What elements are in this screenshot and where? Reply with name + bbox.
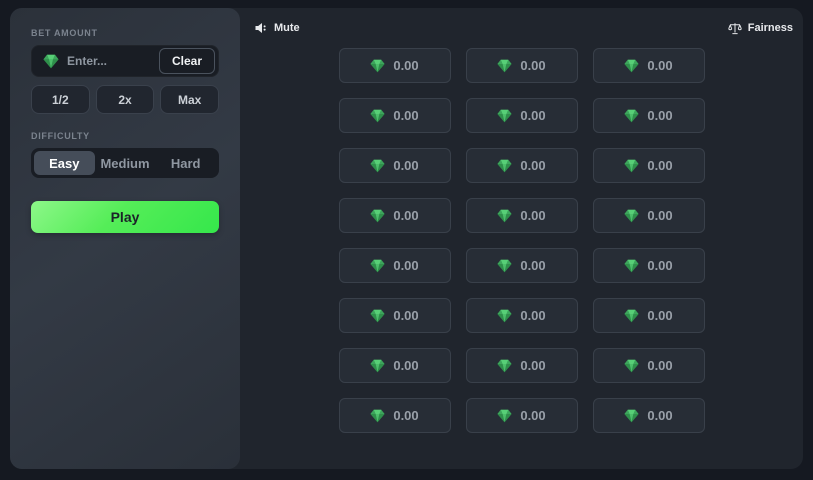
game-topbar: Mute Fairness <box>240 8 803 38</box>
gem-icon <box>624 209 639 223</box>
mute-label: Mute <box>274 22 300 34</box>
tile-button[interactable]: 0.00 <box>592 348 705 383</box>
tile-value: 0.00 <box>393 358 419 373</box>
gem-icon <box>497 209 512 223</box>
bet-amount-input[interactable] <box>67 54 159 68</box>
tile-button[interactable]: 0.00 <box>465 148 578 183</box>
tile-button[interactable]: 0.00 <box>338 198 451 233</box>
tile-value: 0.00 <box>393 108 419 123</box>
tile-button[interactable]: 0.00 <box>592 298 705 333</box>
tile-button[interactable]: 0.00 <box>338 98 451 133</box>
tiles-grid: 0.00 0.00 0.00 0.00 0.00 0.00 0.00 0.00 … <box>240 48 803 433</box>
gem-icon <box>370 159 385 173</box>
tile-button[interactable]: 0.00 <box>338 248 451 283</box>
gem-icon <box>370 209 385 223</box>
tile-value: 0.00 <box>647 408 673 423</box>
tile-button[interactable]: 0.00 <box>592 98 705 133</box>
tile-value: 0.00 <box>647 358 673 373</box>
tile-value: 0.00 <box>393 308 419 323</box>
play-button[interactable]: Play <box>31 201 219 233</box>
gem-icon <box>624 159 639 173</box>
tile-value: 0.00 <box>647 258 673 273</box>
gem-icon <box>370 59 385 73</box>
tile-value: 0.00 <box>520 408 546 423</box>
tile-button[interactable]: 0.00 <box>338 148 451 183</box>
tile-value: 0.00 <box>520 308 546 323</box>
speaker-icon <box>255 22 268 34</box>
difficulty-tab-easy[interactable]: Easy <box>34 151 95 175</box>
tile-button[interactable]: 0.00 <box>338 298 451 333</box>
fairness-label: Fairness <box>747 22 793 34</box>
gem-icon <box>624 409 639 423</box>
gem-icon <box>370 109 385 123</box>
double-bet-button[interactable]: 2x <box>95 85 155 114</box>
quick-bet-row: 1/2 2x Max <box>31 85 220 114</box>
difficulty-label: DIFFICULTY <box>31 131 90 141</box>
gem-icon <box>497 59 512 73</box>
clear-button[interactable]: Clear <box>158 48 215 74</box>
gem-icon <box>497 309 512 323</box>
difficulty-tab-hard[interactable]: Hard <box>155 151 216 175</box>
gem-icon <box>497 259 512 273</box>
bet-amount-box[interactable]: Clear <box>31 45 219 77</box>
gem-icon <box>497 109 512 123</box>
tile-button[interactable]: 0.00 <box>465 48 578 83</box>
gem-icon <box>497 359 512 373</box>
tile-button[interactable]: 0.00 <box>338 348 451 383</box>
tile-button[interactable]: 0.00 <box>592 398 705 433</box>
gem-icon <box>624 109 639 123</box>
tile-value: 0.00 <box>393 158 419 173</box>
max-bet-button[interactable]: Max <box>160 85 220 114</box>
tile-value: 0.00 <box>647 58 673 73</box>
difficulty-segmented-control: Easy Medium Hard <box>31 148 219 178</box>
half-bet-button[interactable]: 1/2 <box>31 85 90 114</box>
gem-icon <box>624 59 639 73</box>
gem-icon <box>370 359 385 373</box>
tile-value: 0.00 <box>647 308 673 323</box>
tile-button[interactable]: 0.00 <box>465 348 578 383</box>
tile-button[interactable]: 0.00 <box>465 98 578 133</box>
scales-icon <box>727 22 742 35</box>
tile-button[interactable]: 0.00 <box>465 248 578 283</box>
game-area: Mute Fairness 0.00 0.00 0.00 0.00 0.00 0… <box>240 8 803 469</box>
gem-icon <box>497 409 512 423</box>
tile-button[interactable]: 0.00 <box>465 298 578 333</box>
tile-value: 0.00 <box>520 258 546 273</box>
gem-icon <box>624 309 639 323</box>
tile-button[interactable]: 0.00 <box>465 198 578 233</box>
gem-icon <box>370 259 385 273</box>
tile-value: 0.00 <box>520 208 546 223</box>
tile-button[interactable]: 0.00 <box>592 198 705 233</box>
gem-icon <box>43 54 59 69</box>
gem-icon <box>370 409 385 423</box>
difficulty-tab-medium[interactable]: Medium <box>95 151 156 175</box>
tile-button[interactable]: 0.00 <box>338 48 451 83</box>
tile-value: 0.00 <box>647 158 673 173</box>
tile-value: 0.00 <box>393 208 419 223</box>
tile-value: 0.00 <box>520 58 546 73</box>
gem-icon <box>370 309 385 323</box>
tile-button[interactable]: 0.00 <box>592 148 705 183</box>
tile-value: 0.00 <box>647 108 673 123</box>
tile-button[interactable]: 0.00 <box>465 398 578 433</box>
gem-icon <box>624 259 639 273</box>
tile-value: 0.00 <box>393 258 419 273</box>
fairness-button[interactable]: Fairness <box>727 22 793 35</box>
tile-value: 0.00 <box>647 208 673 223</box>
tile-value: 0.00 <box>520 158 546 173</box>
gem-icon <box>497 159 512 173</box>
tile-value: 0.00 <box>393 58 419 73</box>
mute-button[interactable]: Mute <box>255 22 300 34</box>
tile-value: 0.00 <box>520 108 546 123</box>
tile-value: 0.00 <box>520 358 546 373</box>
bet-sidebar: BET AMOUNT Clear 1/2 2x Max DIFFICULTY E… <box>10 8 240 469</box>
tile-button[interactable]: 0.00 <box>592 248 705 283</box>
gem-icon <box>624 359 639 373</box>
tile-button[interactable]: 0.00 <box>592 48 705 83</box>
bet-amount-label: BET AMOUNT <box>31 28 98 38</box>
tile-value: 0.00 <box>393 408 419 423</box>
tile-button[interactable]: 0.00 <box>338 398 451 433</box>
